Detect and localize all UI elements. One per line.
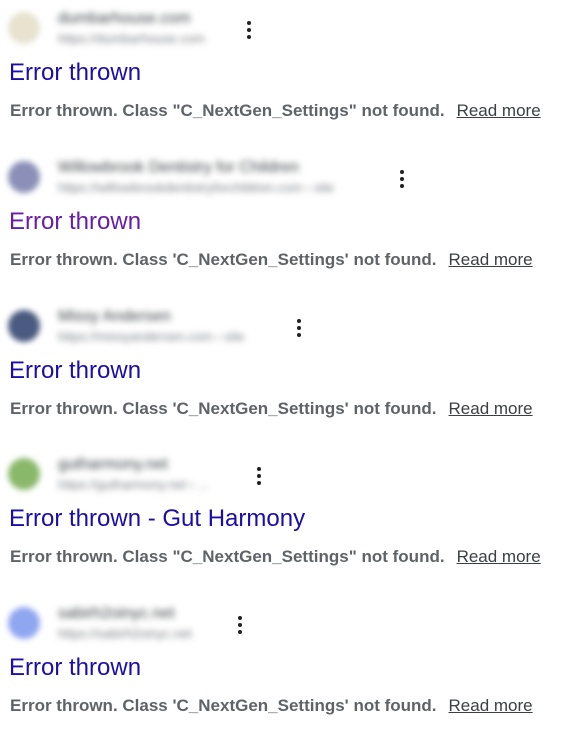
more-options-icon[interactable] <box>230 611 250 639</box>
result-source[interactable]: Missy Andersen https://missyandersen.com… <box>8 304 244 348</box>
snippet-text: Error thrown. Class 'C_NextGen_Settings'… <box>10 250 437 269</box>
read-more-link[interactable]: Read more <box>457 547 541 566</box>
result-title-link[interactable]: Error thrown <box>9 207 141 237</box>
site-name: Missy Andersen <box>58 308 171 325</box>
read-more-link[interactable]: Read more <box>449 696 533 715</box>
more-options-icon[interactable] <box>239 16 259 44</box>
read-more-link[interactable]: Read more <box>457 101 541 120</box>
snippet-text: Error thrown. Class "C_NextGen_Settings"… <box>10 101 445 120</box>
snippet-text: Error thrown. Class "C_NextGen_Settings"… <box>10 547 445 566</box>
result-source[interactable]: gutharmony.net https://gutharmony.net › … <box>8 452 209 496</box>
more-options-icon[interactable] <box>289 314 309 342</box>
site-favicon-icon <box>8 458 40 490</box>
snippet-text: Error thrown. Class 'C_NextGen_Settings'… <box>10 696 437 715</box>
result-snippet: Error thrown. Class 'C_NextGen_Settings'… <box>10 249 533 271</box>
result-snippet: Error thrown. Class 'C_NextGen_Settings'… <box>10 695 533 717</box>
result-title-link[interactable]: Error thrown <box>9 653 141 683</box>
result-snippet: Error thrown. Class "C_NextGen_Settings"… <box>10 100 541 122</box>
more-options-icon[interactable] <box>392 165 412 193</box>
site-name: sabirh2oinyc.net <box>58 605 175 622</box>
read-more-link[interactable]: Read more <box>449 250 533 269</box>
site-name: gutharmony.net <box>58 456 168 473</box>
snippet-text: Error thrown. Class 'C_NextGen_Settings'… <box>10 399 437 418</box>
read-more-link[interactable]: Read more <box>449 399 533 418</box>
site-url: https://sabirh2oinyc.net <box>58 626 192 641</box>
site-url: https://dumbarhouse.com <box>58 31 205 46</box>
site-favicon-icon <box>8 12 40 44</box>
more-options-icon[interactable] <box>249 462 269 490</box>
site-favicon-icon <box>8 310 40 342</box>
result-title-link[interactable]: Error thrown - Gut Harmony <box>9 504 305 534</box>
result-snippet: Error thrown. Class 'C_NextGen_Settings'… <box>10 398 533 420</box>
site-url: https://willowbrookdentistryforchildren.… <box>58 180 334 195</box>
result-snippet: Error thrown. Class "C_NextGen_Settings"… <box>10 546 541 568</box>
site-url: https://missyandersen.com › site <box>58 329 245 344</box>
result-source[interactable]: Willowbrook Dentistry for Children https… <box>8 155 334 199</box>
result-source[interactable]: dumbarhouse.com https://dumbarhouse.com <box>8 6 205 50</box>
result-source[interactable]: sabirh2oinyc.net https://sabirh2oinyc.ne… <box>8 601 192 645</box>
result-title-link[interactable]: Error thrown <box>9 356 141 386</box>
site-url: https://gutharmony.net › ... <box>58 477 209 492</box>
site-favicon-icon <box>8 161 40 193</box>
site-name: dumbarhouse.com <box>58 10 191 27</box>
site-name: Willowbrook Dentistry for Children <box>58 159 299 176</box>
site-favicon-icon <box>8 607 40 639</box>
result-title-link[interactable]: Error thrown <box>9 58 141 88</box>
